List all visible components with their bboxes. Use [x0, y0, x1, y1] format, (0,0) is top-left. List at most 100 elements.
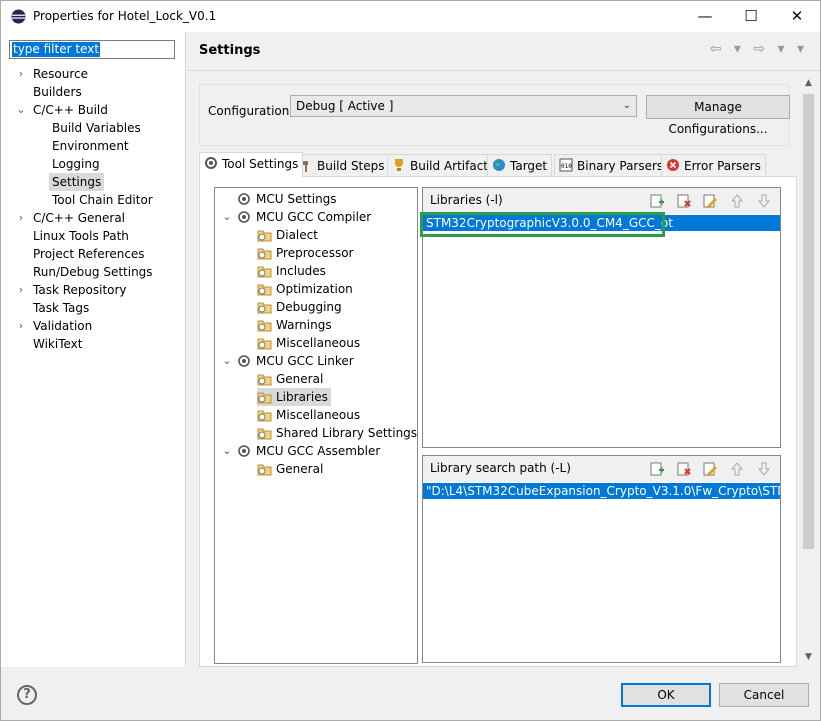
libraries-list: STM32CryptographicV3.0.0_CM4_GCC_ot	[420, 212, 780, 237]
left-navigation-pane: type filter text › Resource Builders ⌄ C/C++…	[1, 32, 186, 667]
tree-item[interactable]: WikiText	[33, 335, 83, 353]
tab-tool-settings[interactable]: Tool Settings	[199, 152, 304, 177]
library-path-item[interactable]: "D:\L4\STM32CubeExpansion_Crypto_V3.1.0\…	[423, 483, 780, 499]
dialog-button-bar: ? OK Cancel	[1, 667, 820, 720]
tool-tree-item[interactable]: Shared Library Settings	[257, 424, 417, 442]
chevron-right-icon[interactable]: ›	[15, 281, 27, 299]
tool-tree-item[interactable]: Dialect	[257, 226, 318, 244]
tab-target[interactable]: Target	[487, 154, 553, 176]
move-up-icon[interactable]	[729, 193, 745, 209]
settings-pane: Settings ⇦ ▾ ⇨ ▾ ▾ ▲ ▼ Configuration: De…	[187, 32, 820, 667]
tool-tree-item[interactable]: MCU GCC Assembler	[237, 442, 380, 460]
ok-button[interactable]: OK	[621, 683, 711, 707]
page-title: Settings	[199, 43, 261, 58]
tool-tree-label: MCU GCC Linker	[256, 354, 354, 368]
tree-item[interactable]: Project References	[33, 245, 145, 263]
gear-icon	[238, 211, 250, 223]
minimize-button[interactable]: —	[682, 1, 728, 32]
library-search-path-list: "D:\L4\STM32CubeExpansion_Crypto_V3.1.0\…	[423, 483, 780, 499]
tool-tree-item[interactable]: Miscellaneous	[257, 334, 360, 352]
vertical-scrollbar[interactable]: ▲ ▼	[800, 76, 817, 666]
configuration-value: Debug [ Active ]	[296, 99, 394, 113]
tool-tree-item[interactable]: Preprocessor	[257, 244, 353, 262]
tree-item[interactable]: Run/Debug Settings	[33, 263, 153, 281]
filter-input[interactable]: type filter text	[9, 40, 175, 59]
tool-tree-item[interactable]: General	[257, 370, 323, 388]
tool-tree-item[interactable]: MCU GCC Compiler	[237, 208, 371, 226]
libraries-panel: Libraries (-l) STM32CryptographicV3.0.0_…	[420, 187, 781, 448]
manage-configurations-button[interactable]: Manage Configurations...	[646, 95, 790, 136]
tool-tree-item[interactable]: Libraries	[257, 388, 331, 406]
tree-item[interactable]: C/C++ General	[33, 209, 125, 227]
library-search-path-title: Library search path (-L)	[430, 461, 571, 475]
tree-item[interactable]: Builders	[33, 83, 82, 101]
tool-tree-label: MCU Settings	[256, 192, 337, 206]
tab-error-parsers[interactable]: Error Parsers	[661, 154, 766, 176]
add-icon[interactable]	[649, 461, 665, 477]
tool-tree-item[interactable]: Debugging	[257, 298, 342, 316]
tree-item[interactable]: Linux Tools Path	[33, 227, 129, 245]
tab-build-artifact[interactable]: Build Artifact	[387, 154, 493, 176]
tree-item[interactable]: Task Repository	[33, 281, 127, 299]
chevron-down-icon[interactable]: ⌄	[221, 208, 233, 226]
tree-item[interactable]: Resource	[33, 65, 88, 83]
tool-tree-label: Warnings	[276, 318, 332, 332]
navigation-arrows-icon[interactable]: ⇦ ▾ ⇨ ▾ ▾	[710, 41, 808, 57]
help-icon[interactable]: ?	[17, 685, 37, 705]
libraries-header: Libraries (-l)	[423, 188, 780, 214]
tab-build-steps[interactable]: Build Steps	[294, 154, 390, 176]
chevron-right-icon[interactable]: ›	[15, 209, 27, 227]
tool-tree-item[interactable]: General	[257, 460, 323, 478]
tool-tree-item[interactable]: Miscellaneous	[257, 406, 360, 424]
maximize-button[interactable]: ☐	[728, 1, 774, 32]
properties-dialog: Properties for Hotel_Lock_V0.1 — ☐ ✕ typ…	[0, 0, 821, 721]
tool-tree-item[interactable]: MCU GCC Linker	[237, 352, 354, 370]
tree-item[interactable]: Task Tags	[33, 299, 89, 317]
tool-tree-label: MCU GCC Assembler	[256, 444, 381, 458]
tool-tree-label: Includes	[276, 264, 326, 278]
close-button[interactable]: ✕	[774, 1, 820, 32]
tool-tree: MCU Settings ⌄ MCU GCC Compiler Dialect Prep…	[214, 187, 418, 664]
chevron-down-icon[interactable]: ⌄	[221, 352, 233, 370]
chevron-down-icon[interactable]: ⌄	[15, 101, 27, 119]
tool-tree-item[interactable]: Warnings	[257, 316, 332, 334]
scroll-up-icon[interactable]: ▲	[800, 78, 817, 88]
move-up-icon[interactable]	[729, 461, 745, 477]
tool-tree-label: Libraries	[276, 390, 328, 404]
divider	[187, 70, 820, 71]
folder-gear-icon	[257, 302, 272, 314]
scrollbar-thumb[interactable]	[803, 94, 814, 549]
delete-icon[interactable]	[676, 461, 692, 477]
scroll-down-icon[interactable]: ▼	[800, 652, 817, 662]
tab-binary-parsers[interactable]: 010 Binary Parsers	[554, 154, 669, 176]
move-down-icon[interactable]	[756, 461, 772, 477]
tree-item[interactable]: Settings	[49, 173, 105, 191]
chevron-right-icon[interactable]: ›	[15, 65, 27, 83]
move-down-icon[interactable]	[756, 193, 772, 209]
tree-item[interactable]: Tool Chain Editor	[52, 191, 153, 209]
edit-icon[interactable]	[702, 461, 718, 477]
trophy-icon	[395, 159, 403, 171]
tool-tree-item[interactable]: Includes	[257, 262, 326, 280]
chevron-down-icon[interactable]: ⌄	[221, 442, 233, 460]
tool-tree-label: Optimization	[276, 282, 353, 296]
tool-tree-item[interactable]: Optimization	[257, 280, 353, 298]
tree-item[interactable]: Logging	[52, 155, 100, 173]
add-icon[interactable]	[649, 193, 665, 209]
tool-tree-item[interactable]: MCU Settings	[237, 190, 337, 208]
chevron-right-icon[interactable]: ›	[15, 317, 27, 335]
configuration-group: Configuration: Debug [ Active ] ⌄ Manage…	[199, 84, 790, 146]
edit-icon[interactable]	[702, 193, 718, 209]
tree-item[interactable]: C/C++ Build	[33, 101, 108, 119]
tree-item[interactable]: Validation	[33, 317, 92, 335]
tree-item[interactable]: Build Variables	[52, 119, 141, 137]
tree-item[interactable]: Environment	[52, 137, 129, 155]
library-item[interactable]: STM32CryptographicV3.0.0_CM4_GCC_ot	[423, 215, 780, 231]
configuration-label: Configuration:	[208, 104, 294, 118]
delete-icon[interactable]	[676, 193, 692, 209]
cancel-button[interactable]: Cancel	[719, 683, 809, 707]
tool-tree-label: MCU GCC Compiler	[256, 210, 372, 224]
tool-tree-label: Preprocessor	[276, 246, 354, 260]
tool-tree-label: Miscellaneous	[276, 408, 361, 422]
configuration-select[interactable]: Debug [ Active ] ⌄	[290, 95, 637, 117]
